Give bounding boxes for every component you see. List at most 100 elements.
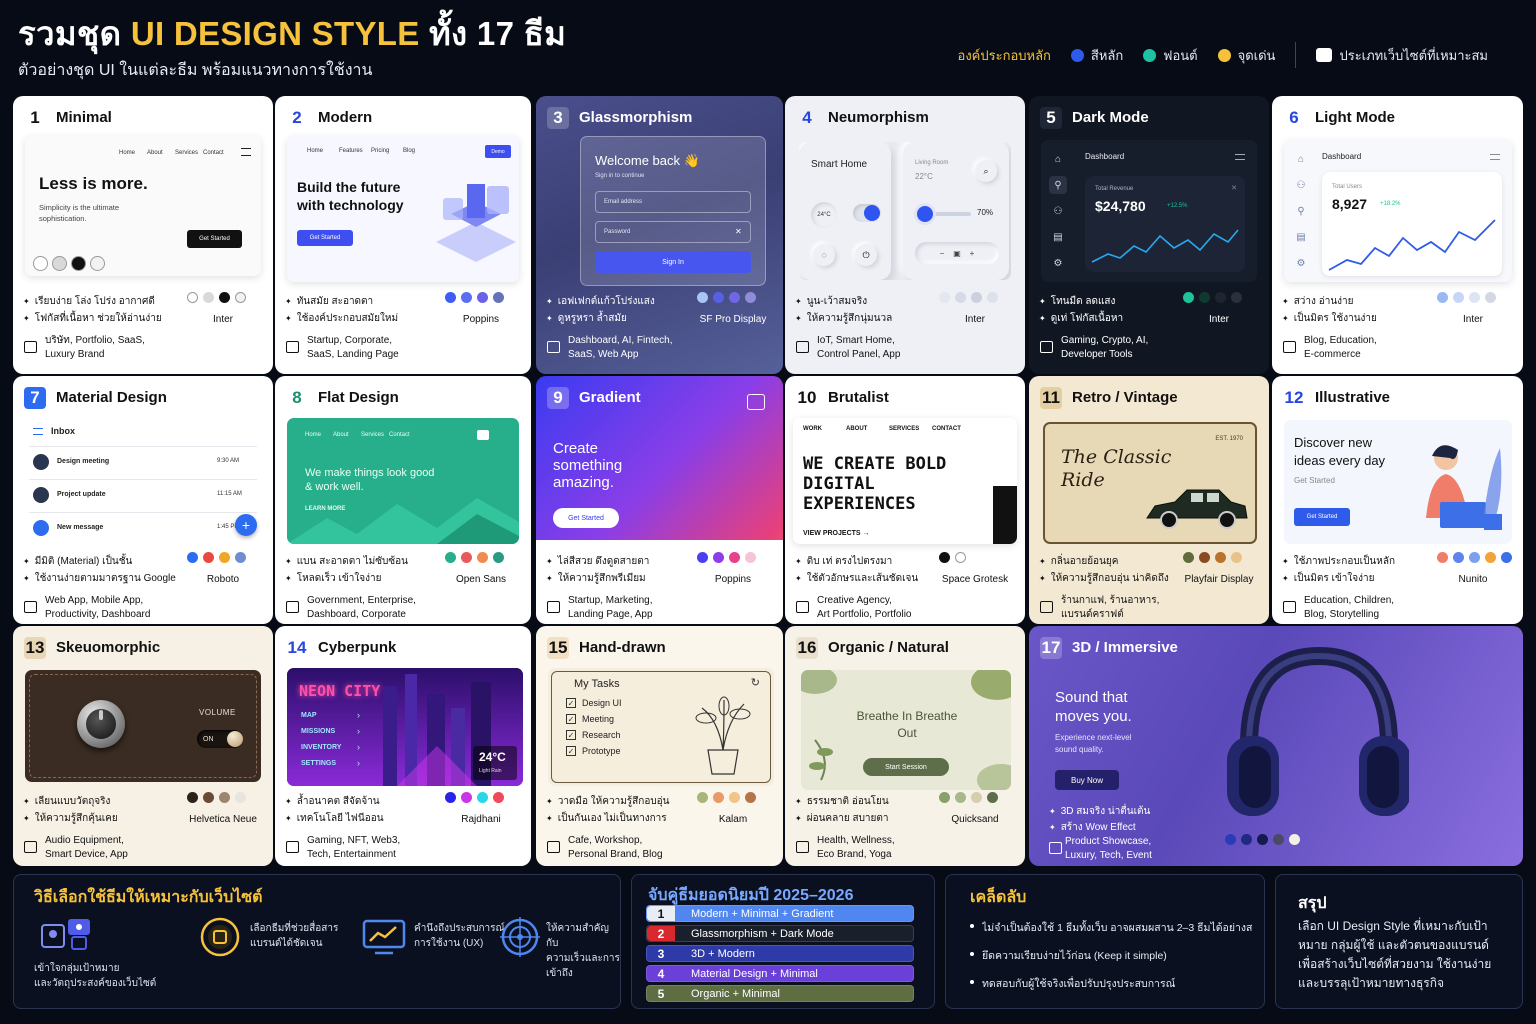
color-swatch bbox=[1231, 292, 1242, 303]
view-projects-link[interactable]: VIEW PROJECTS → bbox=[803, 530, 870, 537]
color-palette bbox=[697, 292, 756, 303]
card-number: 11 bbox=[1040, 387, 1062, 409]
task-checkbox[interactable]: ✓ bbox=[566, 714, 576, 724]
nav-link[interactable]: Contact bbox=[203, 150, 224, 156]
cyber-menu-item[interactable]: MAP bbox=[301, 712, 317, 719]
primary-color-dot-icon bbox=[1070, 48, 1084, 62]
feature-2: ใช้งานง่ายตามมาตรฐาน Google bbox=[23, 571, 176, 586]
bulb-icon[interactable]: ⌕ bbox=[975, 160, 997, 182]
menu-icon[interactable] bbox=[747, 394, 765, 410]
list-item-title[interactable]: Project update bbox=[57, 491, 106, 498]
menu-icon[interactable] bbox=[1235, 154, 1245, 160]
sidebar-nav-icon[interactable]: ⌂ bbox=[1292, 150, 1310, 168]
volume-label: VOLUME bbox=[199, 708, 236, 717]
cyber-menu-item[interactable]: MISSIONS bbox=[301, 728, 335, 735]
nav-link[interactable]: Services bbox=[361, 432, 384, 438]
get-started-button[interactable]: Get Started bbox=[553, 508, 619, 528]
nav-link[interactable]: CONTACT bbox=[932, 426, 961, 432]
menu-icon[interactable] bbox=[1490, 154, 1500, 160]
feature-1: วาดมือ ให้ความรู้สึกอบอุ่น bbox=[546, 794, 670, 809]
feature-2: เป็นกันเอง ไม่เป็นทางการ bbox=[546, 811, 667, 826]
menu-icon[interactable] bbox=[33, 428, 43, 435]
font-name: Playfair Display bbox=[1184, 574, 1254, 585]
pair-item: 1 Modern + Minimal + Gradient bbox=[646, 905, 914, 922]
use-cases: Creative Agency, Art Portfolio, Portfoli… bbox=[817, 595, 912, 620]
brightness-value: 70% bbox=[977, 208, 994, 217]
page-title: รวมชุด UI DESIGN STYLE ทั้ง 17 ธีม bbox=[18, 15, 567, 52]
cyber-menu-item[interactable]: INVENTORY bbox=[301, 744, 341, 751]
sidebar-nav-icon[interactable]: ▤ bbox=[1292, 228, 1310, 246]
sign-in-button[interactable]: Sign In bbox=[595, 251, 751, 273]
nav-link[interactable]: Services bbox=[175, 150, 198, 156]
sidebar-nav-icon[interactable]: ⚲ bbox=[1292, 202, 1310, 220]
sidebar-nav-icon[interactable]: ▤ bbox=[1049, 228, 1067, 246]
nav-link[interactable]: ABOUT bbox=[846, 426, 867, 432]
website-type-icon bbox=[796, 841, 809, 853]
volume-knob[interactable] bbox=[77, 700, 125, 748]
font-name: Nunito bbox=[1458, 574, 1488, 585]
get-started-button[interactable]: Get Started bbox=[187, 230, 242, 248]
toggle-switch[interactable] bbox=[853, 204, 881, 222]
start-session-button[interactable]: Start Session bbox=[863, 758, 949, 776]
slider-handle[interactable] bbox=[917, 206, 933, 222]
sidebar-nav-icon[interactable]: ⚇ bbox=[1049, 202, 1067, 220]
website-type-icon bbox=[24, 341, 37, 353]
buy-now-button[interactable]: Buy Now bbox=[1055, 770, 1119, 790]
nav-link[interactable]: Home bbox=[307, 148, 323, 154]
color-swatch bbox=[1485, 292, 1496, 303]
clear-icon[interactable]: ✕ bbox=[735, 227, 742, 236]
close-icon[interactable]: ✕ bbox=[1231, 184, 1237, 192]
sidebar-nav-icon[interactable]: ⚙ bbox=[1049, 254, 1067, 272]
website-type-icon bbox=[1040, 601, 1053, 613]
theme-card-4: 4 Neumorphism Smart Home 24°C ◌ ⏻ Living Room 2… bbox=[785, 96, 1025, 374]
refresh-icon[interactable]: ↻ bbox=[751, 676, 760, 689]
temp-knob[interactable]: 24°C bbox=[811, 202, 837, 228]
power-icon[interactable]: ⏻ bbox=[855, 244, 877, 266]
color-swatch bbox=[697, 552, 708, 563]
get-started-button[interactable]: Get Started bbox=[297, 230, 353, 246]
sidebar-nav-icon[interactable]: ⚇ bbox=[1292, 176, 1310, 194]
get-started-button[interactable]: Get Started bbox=[1294, 508, 1350, 526]
users-card: Total Users 8,927 +18.2% bbox=[1322, 172, 1502, 276]
feature-1: แบน สะอาดตา ไม่ซับซ้อน bbox=[285, 554, 408, 569]
theme-card-5: 5 Dark Mode ⌂ ⚲ ⚇ ▤ ⚙ Dashboard Total Revenue $24… bbox=[1029, 96, 1269, 374]
nav-link[interactable]: About bbox=[147, 150, 163, 156]
theme-card-3: 3 Glassmorphism Welcome back 👋 Sign in to c… bbox=[536, 96, 783, 374]
sidebar-nav-icon[interactable]: ⚲ bbox=[1049, 176, 1067, 194]
toggle-knob[interactable] bbox=[227, 731, 243, 747]
nav-link[interactable]: SERVICES bbox=[889, 426, 919, 432]
font-name: SF Pro Display bbox=[699, 314, 767, 325]
avatar bbox=[33, 487, 49, 503]
cyber-menu-item[interactable]: SETTINGS bbox=[301, 760, 336, 767]
nav-link[interactable]: Pricing bbox=[371, 148, 389, 154]
nav-link[interactable]: Blog bbox=[403, 148, 415, 154]
fab-add-button[interactable]: + bbox=[235, 514, 257, 536]
list-item-title[interactable]: New message bbox=[57, 524, 103, 531]
sidebar-nav-icon[interactable]: ⚙ bbox=[1292, 254, 1310, 272]
task-checkbox[interactable]: ✓ bbox=[566, 746, 576, 756]
color-swatch bbox=[1289, 834, 1300, 845]
password-input[interactable]: Password bbox=[595, 221, 751, 243]
menu-icon[interactable] bbox=[241, 148, 251, 156]
list-item-title[interactable]: Design meeting bbox=[57, 458, 109, 465]
nav-link[interactable]: About bbox=[333, 432, 349, 438]
controls-bar[interactable]: − ▣ + bbox=[915, 242, 999, 264]
use-cases: Blog, Education, E-commerce bbox=[1304, 335, 1377, 360]
nav-link[interactable]: Features bbox=[339, 148, 363, 154]
nav-link[interactable]: Home bbox=[305, 432, 321, 438]
room-panel: Living Room 22°C ⌕ 70% − ▣ + bbox=[903, 142, 1009, 280]
nav-link[interactable]: WORK bbox=[803, 426, 822, 432]
sidebar-nav-icon[interactable]: ⌂ bbox=[1049, 150, 1067, 168]
email-input[interactable]: Email address bbox=[595, 191, 751, 213]
theme-preview: ⌂ ⚇ ⚲ ▤ ⚙ Dashboard Total Users 8,927 +18.2% bbox=[1284, 140, 1512, 282]
nav-link[interactable]: Home bbox=[119, 150, 135, 156]
color-swatch bbox=[219, 552, 230, 563]
task-checkbox[interactable]: ✓ bbox=[566, 698, 576, 708]
task-checkbox[interactable]: ✓ bbox=[566, 730, 576, 740]
headphones-icon bbox=[1209, 636, 1411, 841]
color-swatch bbox=[461, 552, 472, 563]
legend-site-type: ประเภทเว็บไซต์ที่เหมาะสม bbox=[1339, 47, 1488, 63]
fan-icon[interactable]: ◌ bbox=[813, 244, 835, 266]
nav-link[interactable]: Contact bbox=[389, 432, 410, 438]
demo-button[interactable]: Demo bbox=[485, 145, 511, 158]
